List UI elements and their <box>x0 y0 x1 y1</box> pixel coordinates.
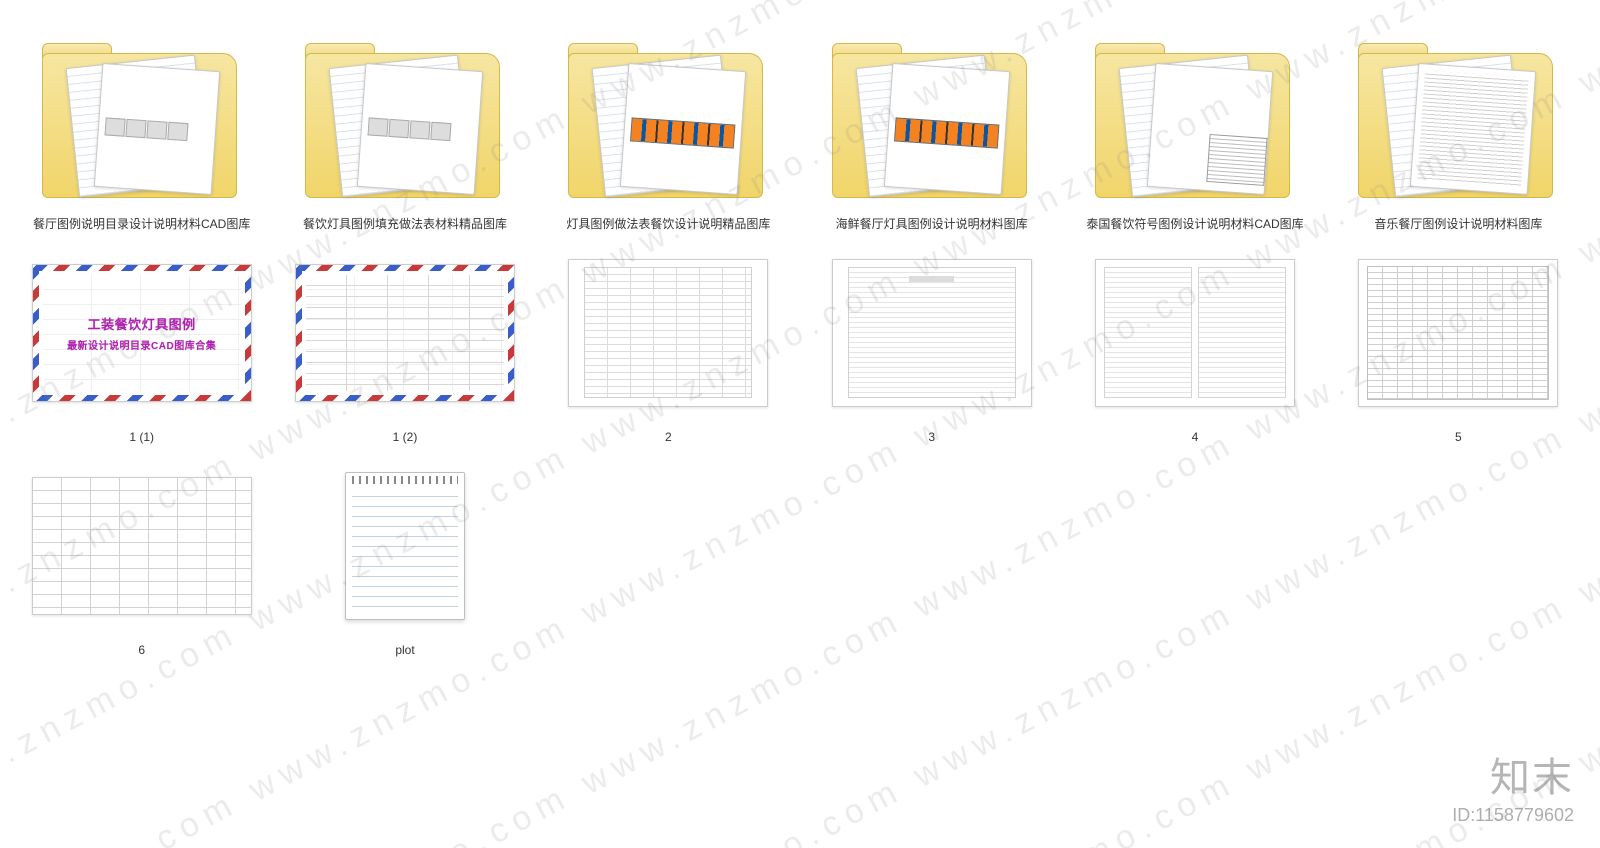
file-label: 1 (2) <box>393 429 418 446</box>
folder-label: 海鲜餐厅灯具图例设计说明材料图库 <box>836 216 1028 233</box>
file-item[interactable]: 工装餐饮灯具图例 最新设计说明目录CAD图库合集 1 (1) <box>20 243 263 446</box>
thumb-title-line1: 工装餐饮灯具图例 <box>88 314 196 333</box>
file-thumb <box>283 456 526 636</box>
file-label: 6 <box>138 642 145 659</box>
file-label: 4 <box>1192 429 1199 446</box>
file-thumb <box>547 243 790 423</box>
folder-thumb <box>20 30 263 210</box>
file-item[interactable]: plot <box>283 456 526 659</box>
file-label: 3 <box>928 429 935 446</box>
file-thumb <box>1337 243 1580 423</box>
file-label: plot <box>395 642 414 659</box>
file-thumb <box>1073 243 1316 423</box>
folder-label: 餐厅图例说明目录设计说明材料CAD图库 <box>33 216 250 233</box>
file-label: 2 <box>665 429 672 446</box>
file-item[interactable]: 2 <box>547 243 790 446</box>
file-thumb <box>20 456 263 636</box>
folder-item[interactable]: 餐饮灯具图例填充做法表材料精品图库 <box>283 30 526 233</box>
file-item[interactable]: 4 <box>1073 243 1316 446</box>
file-item[interactable]: 5 <box>1337 243 1580 446</box>
folder-item[interactable]: 海鲜餐厅灯具图例设计说明材料图库 <box>810 30 1053 233</box>
thumb-title-line2: 最新设计说明目录CAD图库合集 <box>67 337 216 352</box>
brand-name-zh: 知末 <box>1452 745 1574 803</box>
folder-thumb <box>283 30 526 210</box>
folder-thumb <box>810 30 1053 210</box>
folder-item[interactable]: 泰国餐饮符号图例设计说明材料CAD图库 <box>1073 30 1316 233</box>
file-thumb <box>283 243 526 423</box>
file-label: 1 (1) <box>129 429 154 446</box>
folder-thumb <box>547 30 790 210</box>
file-item[interactable]: 6 <box>20 456 263 659</box>
folder-item[interactable]: 灯具图例做法表餐饮设计说明精品图库 <box>547 30 790 233</box>
folder-item[interactable]: 餐厅图例说明目录设计说明材料CAD图库 <box>20 30 263 233</box>
folder-thumb <box>1073 30 1316 210</box>
folder-thumb <box>1337 30 1580 210</box>
folder-label: 餐饮灯具图例填充做法表材料精品图库 <box>303 216 507 233</box>
file-item[interactable]: 3 <box>810 243 1053 446</box>
file-grid: 餐厅图例说明目录设计说明材料CAD图库 餐饮灯具图例填充做法表材料精品图库 <box>0 0 1600 688</box>
folder-label: 泰国餐饮符号图例设计说明材料CAD图库 <box>1086 216 1303 233</box>
brand-id: ID:1158779602 <box>1452 805 1574 826</box>
folder-item[interactable]: 音乐餐厅图例设计说明材料图库 <box>1337 30 1580 233</box>
file-thumb: 工装餐饮灯具图例 最新设计说明目录CAD图库合集 <box>20 243 263 423</box>
folder-label: 灯具图例做法表餐饮设计说明精品图库 <box>566 216 770 233</box>
brand-block: 知末 ID:1158779602 <box>1452 745 1574 826</box>
file-label: 5 <box>1455 429 1462 446</box>
file-thumb <box>810 243 1053 423</box>
file-item[interactable]: 1 (2) <box>283 243 526 446</box>
folder-label: 音乐餐厅图例设计说明材料图库 <box>1374 216 1542 233</box>
